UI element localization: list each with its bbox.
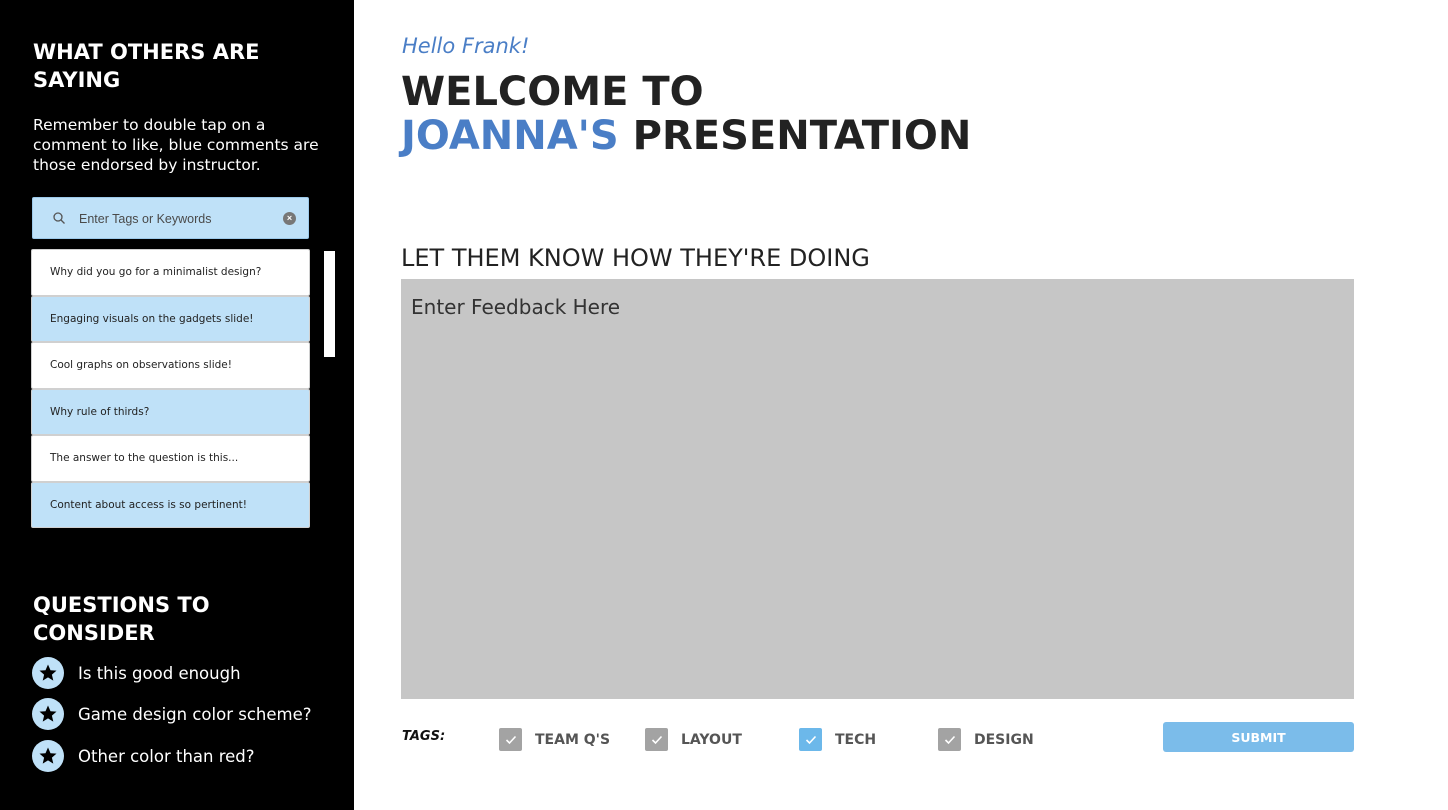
star-icon	[32, 657, 64, 689]
comment-text: Why rule of thirds?	[50, 405, 150, 418]
submit-button[interactable]: SUBMIT	[1163, 722, 1354, 752]
tag-tech[interactable]: TECH	[799, 728, 876, 751]
tags-label: TAGS:	[402, 729, 446, 744]
checkbox[interactable]	[799, 728, 822, 751]
sidebar-title: WHAT OTHERS ARE SAYING	[33, 40, 260, 92]
check-icon	[944, 735, 955, 744]
comment-list: Why did you go for a minimalist design? …	[31, 249, 310, 528]
clear-icon[interactable]: ×	[283, 212, 296, 225]
feedback-input[interactable]	[401, 279, 1354, 699]
feedback-title: LET THEM KNOW HOW THEY'RE DOING	[401, 244, 870, 272]
check-icon	[505, 735, 516, 744]
search-box[interactable]: ×	[32, 197, 309, 239]
sidebar-description: Remember to double tap on a comment to l…	[33, 116, 319, 174]
checkbox[interactable]	[645, 728, 668, 751]
questions-title: QUESTIONS TO CONSIDER	[33, 593, 210, 645]
question-item: Game design color scheme?	[32, 698, 311, 730]
search-input[interactable]	[79, 208, 269, 230]
comment-text: Cool graphs on observations slide!	[50, 359, 232, 372]
sidebar: WHAT OTHERS ARE SAYING Remember to doubl…	[0, 0, 354, 810]
question-text: Other color than red?	[78, 746, 255, 766]
presentation-word: PRESENTATION	[618, 113, 972, 159]
comment-item-endorsed[interactable]: Why rule of thirds?	[31, 388, 310, 435]
tag-team-qs[interactable]: TEAM Q'S	[499, 728, 610, 751]
comment-item-endorsed[interactable]: Engaging visuals on the gadgets slide!	[31, 295, 310, 342]
greeting: Hello Frank!	[402, 34, 530, 58]
comment-item[interactable]: Cool graphs on observations slide!	[31, 342, 310, 389]
search-icon	[53, 212, 65, 224]
comment-item[interactable]: Why did you go for a minimalist design?	[31, 249, 310, 296]
check-icon	[805, 735, 816, 744]
checkbox[interactable]	[499, 728, 522, 751]
comment-item[interactable]: The answer to the question is this...	[31, 435, 310, 482]
comment-text: Why did you go for a minimalist design?	[50, 266, 262, 279]
tag-design[interactable]: DESIGN	[938, 728, 1034, 751]
welcome-line: WELCOME TO	[401, 69, 704, 115]
tag-label: TEAM Q'S	[535, 731, 611, 748]
star-icon	[32, 698, 64, 730]
presentation-line: JOANNA'S PRESENTATION	[401, 114, 971, 158]
question-text: Is this good enough	[78, 663, 241, 683]
comment-text: Engaging visuals on the gadgets slide!	[50, 312, 254, 325]
comment-text: The answer to the question is this...	[50, 452, 239, 465]
tag-label: DESIGN	[974, 731, 1034, 748]
question-text: Game design color scheme?	[78, 704, 312, 724]
tag-label: TECH	[835, 731, 877, 748]
question-item: Other color than red?	[32, 740, 255, 772]
comment-scrollbar[interactable]	[324, 251, 335, 357]
checkbox[interactable]	[938, 728, 961, 751]
comment-item-endorsed[interactable]: Content about access is so pertinent!	[31, 481, 310, 528]
check-icon	[651, 735, 662, 744]
presenter-name: JOANNA'S	[401, 113, 619, 159]
tag-label: LAYOUT	[681, 731, 742, 748]
star-icon	[32, 740, 64, 772]
page-title: WELCOME TO JOANNA'S PRESENTATION	[401, 70, 971, 158]
comment-text: Content about access is so pertinent!	[50, 498, 247, 511]
tag-layout[interactable]: LAYOUT	[645, 728, 742, 751]
question-item: Is this good enough	[32, 657, 241, 689]
